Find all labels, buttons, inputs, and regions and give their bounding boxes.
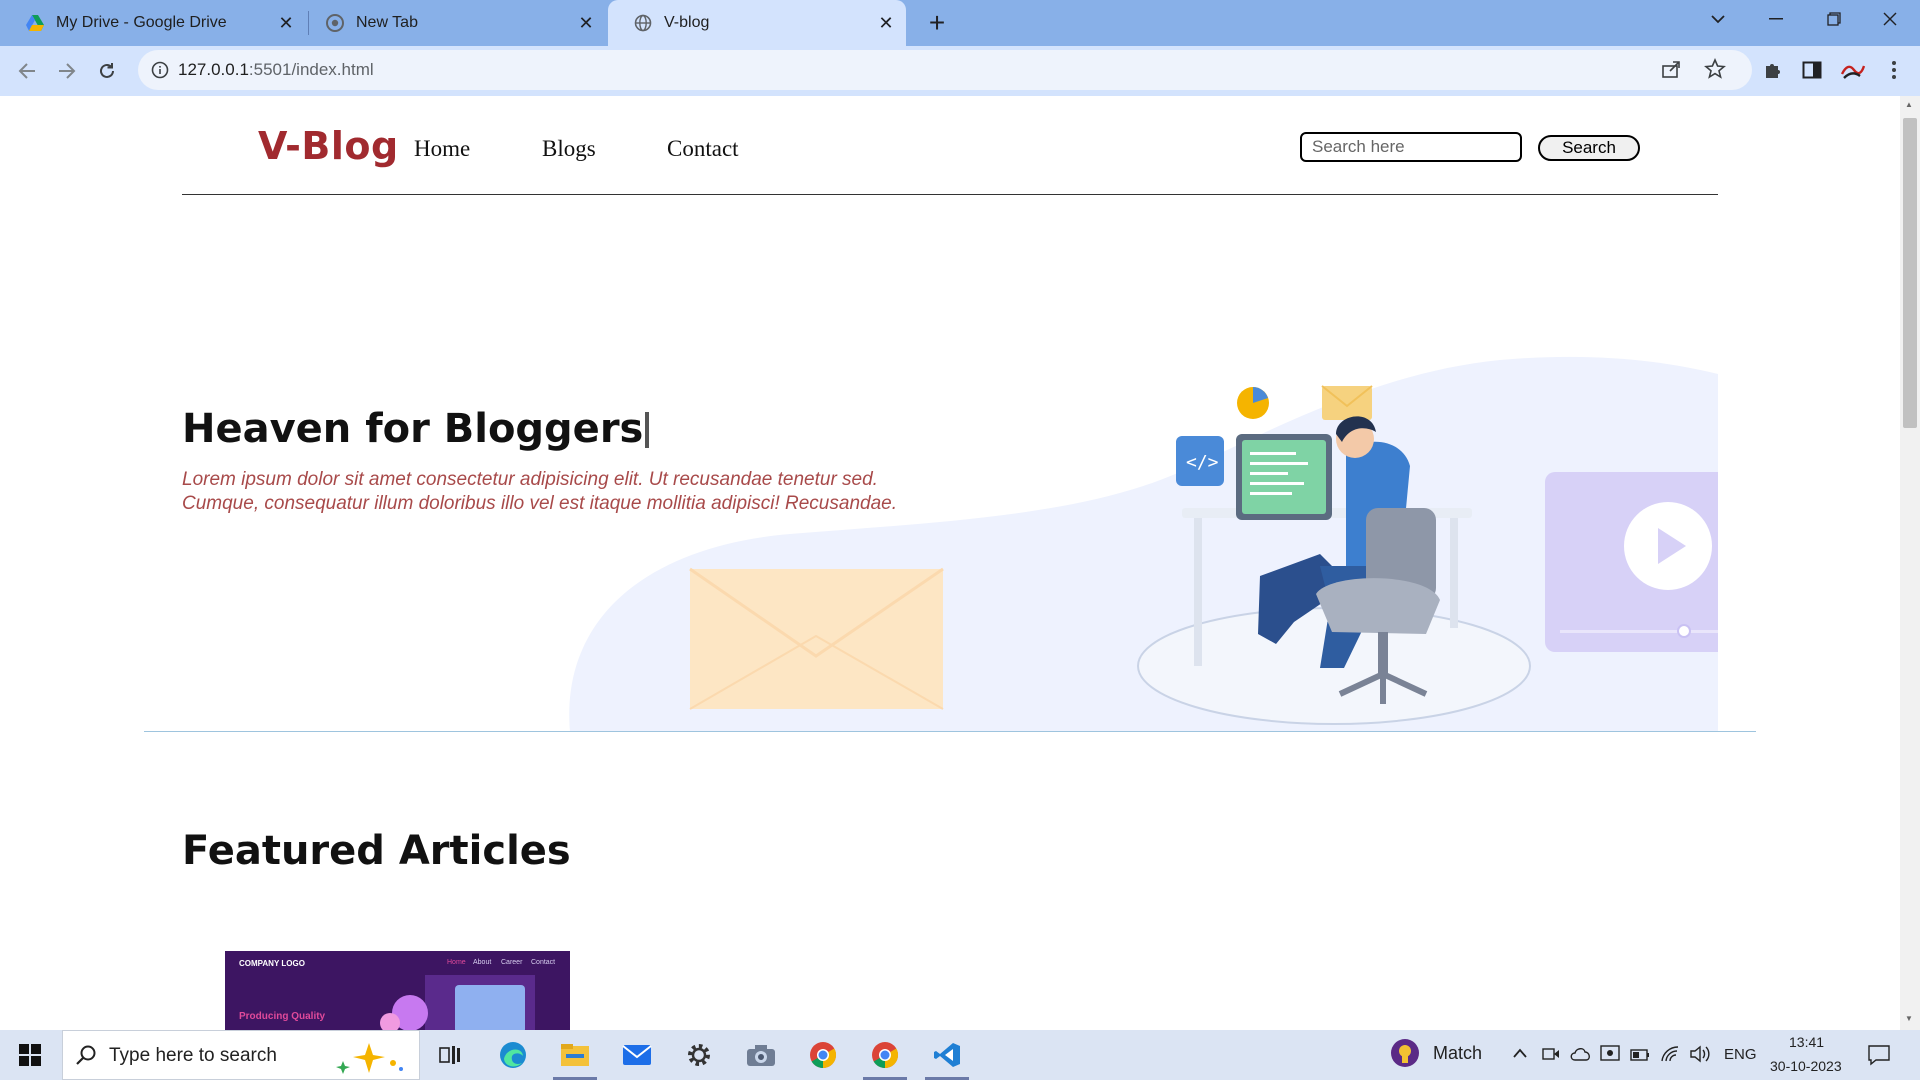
search-button[interactable]: Search <box>1538 135 1640 161</box>
chrome-menu-kebab-icon[interactable] <box>1876 52 1912 88</box>
onedrive-cloud-icon[interactable] <box>1570 1047 1592 1066</box>
volume-speaker-icon[interactable] <box>1690 1045 1712 1068</box>
nav-link-home[interactable]: Home <box>414 136 470 162</box>
scroll-up-arrow-icon[interactable]: ▲ <box>1905 100 1913 109</box>
article-card-image[interactable]: COMPANY LOGO Home About Career Contact P… <box>225 951 570 1030</box>
profile-avatar-icon[interactable] <box>1834 52 1870 88</box>
chrome-app-active-icon[interactable] <box>857 1030 913 1080</box>
battery-icon[interactable] <box>1630 1048 1650 1066</box>
card-nav-career: Career <box>501 959 523 966</box>
url-host: 127.0.0.1 <box>178 60 249 79</box>
camera-icon[interactable] <box>733 1030 789 1080</box>
show-hidden-icons-chevron-icon[interactable] <box>1512 1046 1528 1064</box>
section-divider <box>144 731 1756 732</box>
tab-v-blog[interactable]: V-blog ✕ <box>608 0 906 46</box>
windows-start-icon[interactable] <box>2 1030 58 1080</box>
reload-icon[interactable] <box>88 52 126 90</box>
language-indicator[interactable]: ENG <box>1724 1046 1757 1063</box>
search-highlight-sparkle-icon <box>329 1039 409 1080</box>
svg-text:</>: </> <box>1186 452 1219 473</box>
tab-google-drive[interactable]: My Drive - Google Drive ✕ <box>0 0 306 46</box>
bookmark-star-icon[interactable] <box>1704 57 1726 85</box>
file-explorer-icon[interactable] <box>547 1030 603 1080</box>
address-bar[interactable]: 127.0.0.1:5501/index.html <box>138 50 1752 90</box>
card-nav-about: About <box>473 959 492 966</box>
google-drive-icon <box>26 14 44 32</box>
clock-time[interactable]: 13:41 <box>1789 1034 1824 1050</box>
tab-label: My Drive - Google Drive <box>56 14 227 31</box>
share-icon[interactable] <box>1660 58 1682 85</box>
extensions-puzzle-icon[interactable] <box>1754 52 1790 88</box>
hero-title: Heaven for Bloggers <box>182 406 650 452</box>
tab-new-tab[interactable]: New Tab ✕ <box>300 0 606 46</box>
back-arrow-icon[interactable] <box>8 52 46 90</box>
hero-title-text: Heaven for Bloggers <box>182 406 644 452</box>
typing-cursor <box>645 412 650 448</box>
card-company-logo: COMPANY LOGO <box>239 959 305 968</box>
nav-link-contact[interactable]: Contact <box>667 136 739 162</box>
web-page: V-Blog Home Blogs Contact Search </> <box>0 96 1900 1030</box>
weather-widget-icon[interactable] <box>1390 1038 1420 1073</box>
url-path: :5501/index.html <box>248 60 374 79</box>
edge-browser-icon[interactable] <box>485 1030 541 1080</box>
header-divider <box>182 194 1718 195</box>
window-close-icon[interactable] <box>1862 0 1918 38</box>
globe-icon <box>634 14 652 32</box>
card-nav-contact: Contact <box>531 959 556 966</box>
chrome-icon <box>326 14 344 32</box>
forward-arrow-icon[interactable] <box>48 52 86 90</box>
scrollbar-thumb[interactable] <box>1903 118 1917 428</box>
mail-icon[interactable] <box>609 1030 665 1080</box>
scroll-down-arrow-icon[interactable]: ▼ <box>1905 1014 1913 1023</box>
wifi-icon[interactable] <box>1660 1045 1680 1068</box>
site-info-icon[interactable] <box>150 60 170 80</box>
weather-widget-text[interactable]: Match <box>1433 1043 1482 1064</box>
tab-label: New Tab <box>356 14 418 31</box>
minimize-icon[interactable] <box>1748 0 1804 38</box>
close-icon[interactable]: ✕ <box>572 9 600 37</box>
tab-search-chevron-icon[interactable] <box>1690 0 1746 38</box>
notifications-icon[interactable] <box>1868 1044 1890 1071</box>
nav-link-blogs[interactable]: Blogs <box>542 136 596 162</box>
search-input[interactable] <box>1300 132 1522 162</box>
url-text: 127.0.0.1:5501/index.html <box>178 60 374 80</box>
meet-camera-icon[interactable] <box>1542 1046 1560 1067</box>
security-center-icon[interactable] <box>1600 1045 1620 1068</box>
taskbar-search-box[interactable]: Type here to search <box>62 1030 420 1080</box>
card-nav-home: Home <box>447 959 466 966</box>
clock-date[interactable]: 30-10-2023 <box>1770 1058 1842 1074</box>
card-headline: Producing Quality <box>239 1011 326 1022</box>
featured-articles-title: Featured Articles <box>182 828 571 874</box>
close-icon[interactable]: ✕ <box>272 9 300 37</box>
restore-icon[interactable] <box>1806 0 1862 38</box>
side-panel-icon[interactable] <box>1794 52 1830 88</box>
site-logo[interactable]: V-Blog <box>258 124 399 168</box>
task-view-icon[interactable] <box>422 1030 478 1080</box>
tab-label: V-blog <box>664 14 710 31</box>
search-icon <box>75 1044 97 1071</box>
taskbar-search-text: Type here to search <box>109 1045 277 1066</box>
hero-description: Lorem ipsum dolor sit amet consectetur a… <box>182 469 897 514</box>
settings-gear-icon[interactable] <box>671 1030 727 1080</box>
new-tab-plus-icon[interactable]: + <box>920 6 954 40</box>
vscode-icon[interactable] <box>919 1030 975 1080</box>
chrome-app-icon[interactable] <box>795 1030 851 1080</box>
close-icon[interactable]: ✕ <box>872 9 900 37</box>
